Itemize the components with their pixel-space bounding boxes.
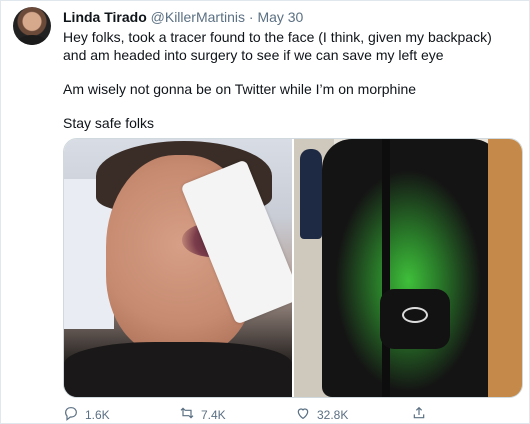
photo-shirt bbox=[64, 342, 292, 397]
author-name[interactable]: Linda Tirado bbox=[63, 9, 147, 25]
media-photo-face[interactable] bbox=[64, 139, 292, 397]
reply-button[interactable]: 1.6K bbox=[63, 405, 179, 424]
share-icon bbox=[411, 405, 433, 424]
tweet-date[interactable]: May 30 bbox=[257, 9, 303, 25]
tweet-header: Linda Tirado @KillerMartinis · May 30 bbox=[63, 9, 303, 26]
tweet-media[interactable] bbox=[63, 138, 523, 398]
retweet-icon bbox=[179, 405, 201, 424]
tweet-card[interactable]: Linda Tirado @KillerMartinis · May 30 He… bbox=[0, 0, 530, 424]
retweet-count: 7.4K bbox=[201, 407, 226, 422]
like-button[interactable]: 32.8K bbox=[295, 405, 411, 424]
avatar[interactable] bbox=[13, 7, 51, 45]
photo-person bbox=[300, 149, 322, 239]
header-separator: · bbox=[248, 9, 254, 25]
photo-cabinet bbox=[488, 139, 522, 397]
retweet-button[interactable]: 7.4K bbox=[179, 405, 295, 424]
tweet-paragraph: Hey folks, took a tracer found to the fa… bbox=[63, 29, 492, 63]
photo-backpack-strap bbox=[382, 139, 390, 397]
tweet-actions: 1.6K 7.4K 32.8K bbox=[63, 405, 527, 424]
backpack-logo bbox=[402, 307, 428, 323]
tweet-text: Hey folks, took a tracer found to the fa… bbox=[63, 28, 518, 148]
tweet-paragraph: Stay safe folks bbox=[63, 115, 155, 131]
like-count: 32.8K bbox=[317, 407, 349, 422]
share-button[interactable] bbox=[411, 405, 527, 424]
author-handle[interactable]: @KillerMartinis bbox=[151, 9, 245, 25]
tweet-paragraph: Am wisely not gonna be on Twitter while … bbox=[63, 81, 417, 97]
reply-icon bbox=[63, 405, 85, 424]
media-photo-backpack[interactable] bbox=[294, 139, 522, 397]
heart-icon bbox=[295, 405, 317, 424]
reply-count: 1.6K bbox=[85, 407, 110, 422]
photo-backpack bbox=[322, 139, 502, 397]
